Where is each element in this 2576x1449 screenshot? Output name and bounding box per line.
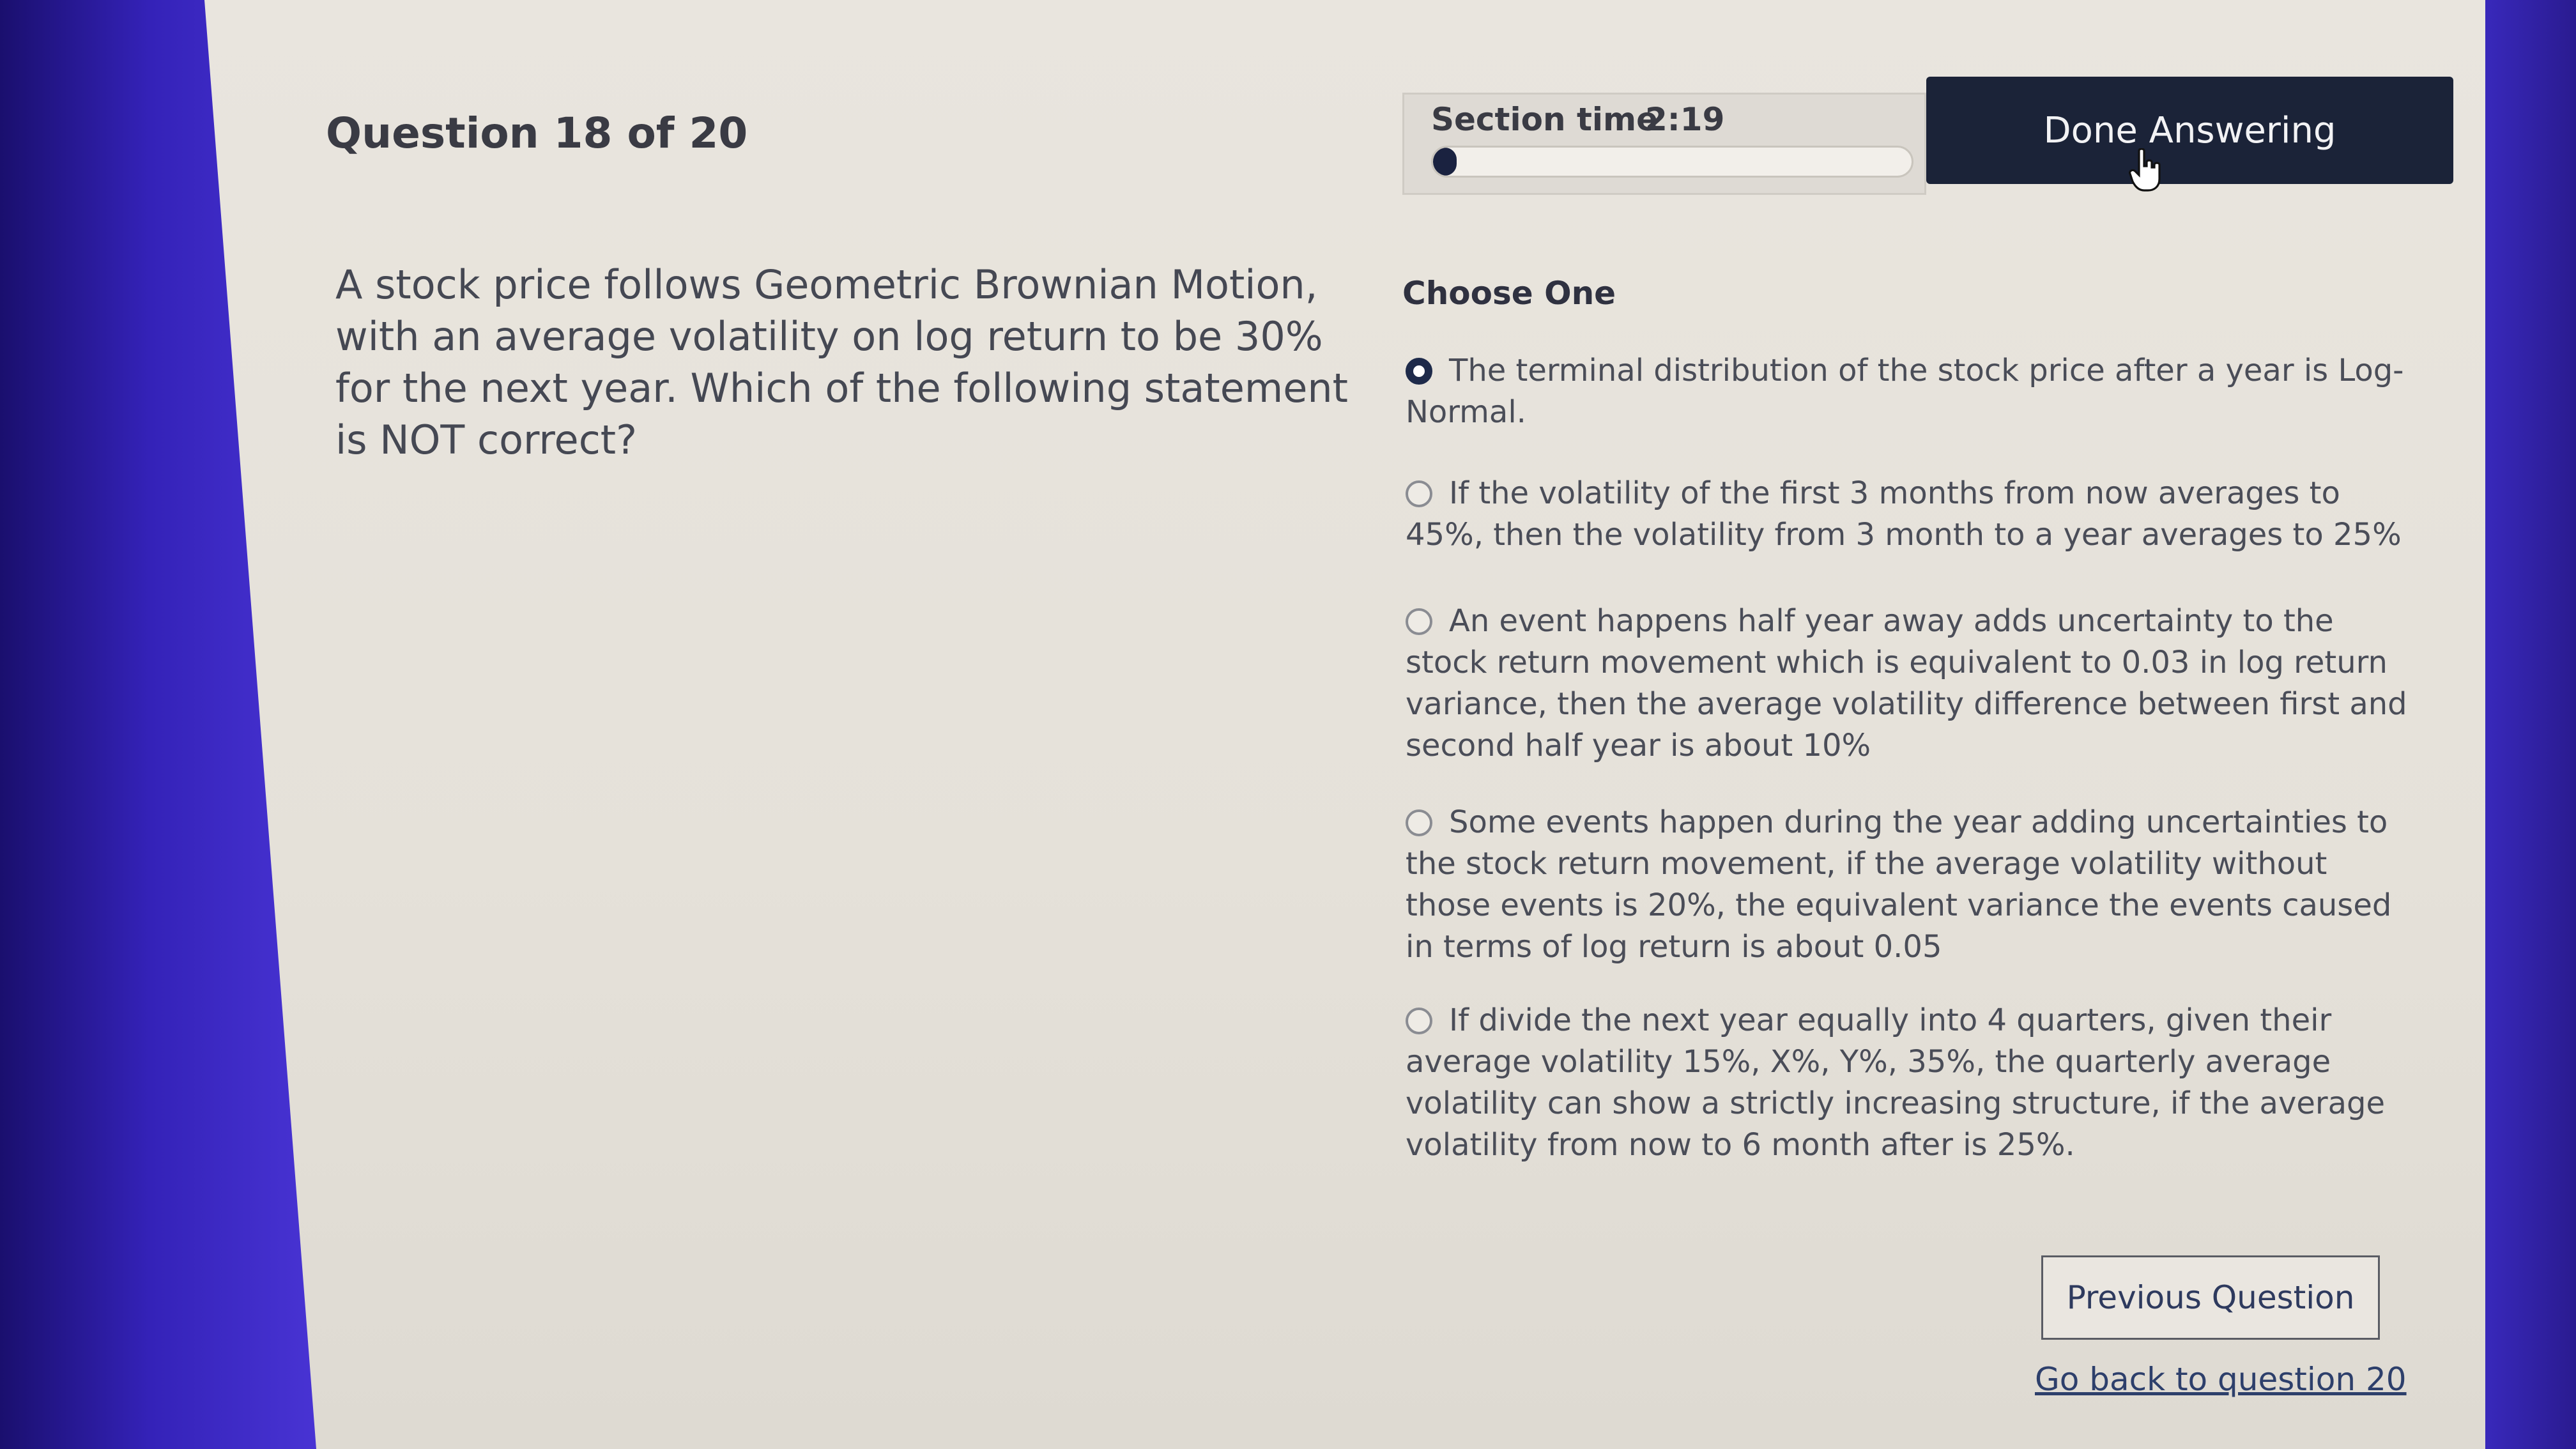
radio-button-icon[interactable] [1406, 358, 1432, 385]
answer-option-text: If the volatility of the first 3 months … [1406, 475, 2402, 553]
answer-option-text: Some events happen during the year addin… [1406, 804, 2392, 965]
radio-button-icon[interactable] [1406, 480, 1432, 507]
hand-cursor-icon [2129, 148, 2161, 192]
radio-button-icon[interactable] [1406, 1008, 1432, 1034]
answer-option-1[interactable]: The terminal distribution of the stock p… [1406, 350, 2409, 433]
section-time-progress-bar [1431, 146, 1913, 178]
section-time-progress-fill [1433, 148, 1457, 176]
question-counter: Question 18 of 20 [326, 109, 748, 158]
answer-option-5[interactable]: If divide the next year equally into 4 q… [1406, 1000, 2409, 1166]
monitor-bezel-right [2474, 0, 2576, 1449]
answer-option-text: An event happens half year away adds unc… [1406, 603, 2407, 763]
answer-option-3[interactable]: An event happens half year away adds unc… [1406, 601, 2409, 767]
radio-button-icon[interactable] [1406, 809, 1432, 836]
question-stem: A stock price follows Geometric Brownian… [335, 261, 1348, 463]
section-time-label: Section time [1431, 101, 1659, 138]
previous-question-button[interactable]: Previous Question [2041, 1255, 2380, 1340]
section-time-value: 2:19 [1645, 101, 1725, 138]
answer-option-text: If divide the next year equally into 4 q… [1406, 1002, 2386, 1163]
go-back-link[interactable]: Go back to question 20 [2035, 1361, 2407, 1398]
answer-option-2[interactable]: If the volatility of the first 3 months … [1406, 473, 2409, 556]
answer-option-4[interactable]: Some events happen during the year addin… [1406, 802, 2409, 968]
answer-option-text: The terminal distribution of the stock p… [1406, 353, 2404, 430]
done-answering-button[interactable]: Done Answering [1926, 77, 2453, 184]
choose-one-heading: Choose One [1402, 275, 1616, 312]
radio-button-icon[interactable] [1406, 608, 1432, 635]
